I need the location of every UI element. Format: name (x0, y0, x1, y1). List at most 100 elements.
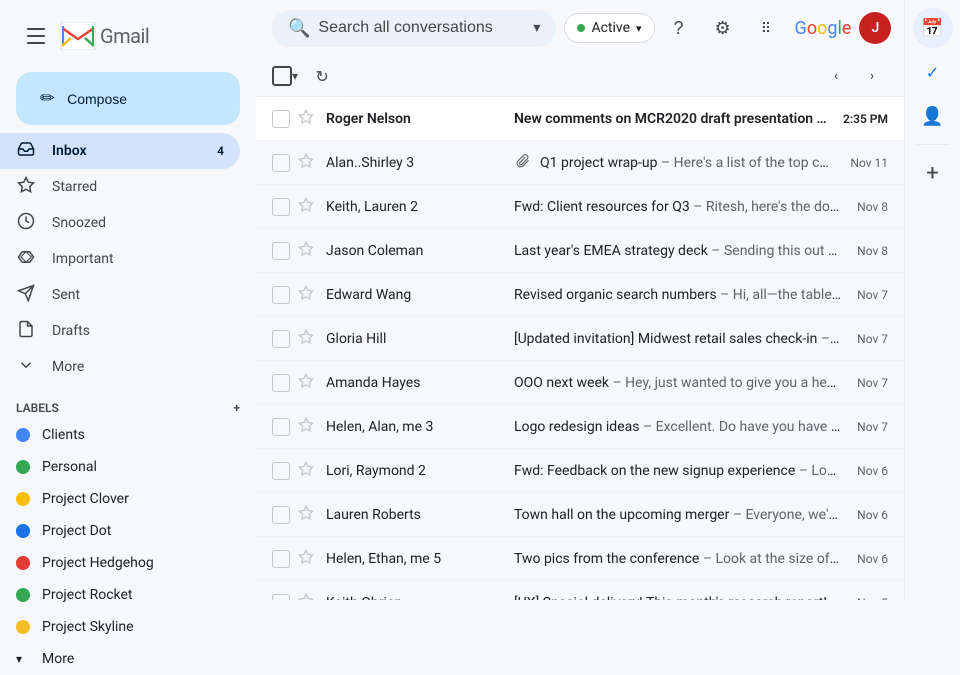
email-checkbox[interactable] (272, 506, 290, 524)
email-content: Q1 project wrap-up – Here's a list of th… (540, 155, 834, 171)
select-dropdown-arrow[interactable]: ▾ (292, 69, 298, 83)
right-panel-contacts-button[interactable]: 👤 (913, 96, 953, 136)
right-panel-calendar-button[interactable]: 📅 (913, 8, 953, 48)
gmail-wordmark: Gmail (100, 24, 149, 48)
label-item-project-clover[interactable]: Project Clover (0, 483, 240, 515)
email-checkbox[interactable] (272, 374, 290, 392)
label-item-project-skyline[interactable]: Project Skyline (0, 611, 240, 643)
next-page-button[interactable]: › (856, 60, 888, 92)
email-time: Nov 6 (857, 552, 888, 566)
sidebar-item-more[interactable]: More (0, 349, 240, 385)
email-subject: Q1 project wrap-up (540, 155, 658, 171)
email-star[interactable] (298, 549, 318, 569)
search-dropdown-arrow[interactable]: ▾ (533, 20, 540, 36)
email-star[interactable] (298, 109, 318, 129)
email-list: Roger NelsonNew comments on MCR2020 draf… (256, 97, 904, 600)
email-star[interactable] (298, 373, 318, 393)
email-row[interactable]: Keith, Lauren 2Fwd: Client resources for… (256, 185, 904, 229)
email-row[interactable]: Helen, Alan, me 3Logo redesign ideas – E… (256, 405, 904, 449)
email-star[interactable] (298, 153, 318, 173)
label-item-project-rocket[interactable]: Project Rocket (0, 579, 240, 611)
email-star[interactable] (298, 241, 318, 261)
email-sender: Lori, Raymond 2 (326, 463, 506, 479)
select-all-checkbox[interactable] (272, 66, 292, 86)
email-subject: Fwd: Client resources for Q3 (514, 199, 690, 215)
email-row[interactable]: Lauren RobertsTown hall on the upcoming … (256, 493, 904, 537)
email-checkbox[interactable] (272, 110, 290, 128)
sidebar-item-important[interactable]: Important (0, 241, 240, 277)
right-panel-add-button[interactable]: + (913, 153, 953, 193)
label-item-clients[interactable]: Clients (0, 419, 240, 451)
email-sender: Amanda Hayes (326, 375, 506, 391)
snoozed-label: Snoozed (52, 215, 106, 231)
project-hedgehog-label: Project Hedgehog (42, 555, 154, 571)
email-checkbox[interactable] (272, 154, 290, 172)
select-all-area[interactable]: ▾ (272, 66, 298, 86)
email-checkbox[interactable] (272, 462, 290, 480)
right-panel-tasks-button[interactable]: ✓ (913, 52, 953, 92)
topbar-actions: Active ▾ ? ⚙ ⠿ Google J (564, 8, 891, 48)
email-checkbox[interactable] (272, 594, 290, 601)
email-list-toolbar: ▾ ↻ ‹ › (256, 56, 904, 97)
label-item-project-dot[interactable]: Project Dot (0, 515, 240, 547)
email-checkbox[interactable] (272, 550, 290, 568)
email-star[interactable] (298, 505, 318, 525)
email-checkbox[interactable] (272, 330, 290, 348)
settings-button[interactable]: ⚙ (703, 8, 743, 48)
project-clover-color-dot (16, 492, 30, 506)
email-row[interactable]: Roger NelsonNew comments on MCR2020 draf… (256, 97, 904, 141)
refresh-button[interactable]: ↻ (306, 60, 338, 92)
email-star[interactable] (298, 461, 318, 481)
email-content: Fwd: Client resources for Q3 – Ritesh, h… (514, 199, 841, 215)
apps-button[interactable]: ⠿ (747, 8, 787, 48)
sidebar-item-inbox[interactable]: Inbox4 (0, 133, 240, 169)
email-row[interactable]: Amanda Hayes OOO next week – Hey, just wa… (256, 361, 904, 405)
search-box[interactable]: 🔍 ▾ (272, 10, 556, 47)
sidebar-item-sent[interactable]: Sent (0, 277, 240, 313)
search-icon: 🔍 (288, 18, 310, 39)
main-content: 🔍 ▾ Active ▾ ? ⚙ ⠿ Google J ▾ ↻ ‹ (256, 0, 904, 600)
email-row[interactable]: Keith Obrien [UX] Special delivery! This … (256, 581, 904, 600)
email-checkbox[interactable] (272, 242, 290, 260)
email-preview: – Ritesh, here's the doc with all the cl… (693, 199, 841, 215)
email-time: Nov 7 (857, 420, 888, 434)
email-row[interactable]: Lori, Raymond 2Fwd: Feedback on the new … (256, 449, 904, 493)
email-star[interactable] (298, 197, 318, 217)
email-row[interactable]: Edward WangRevised organic search number… (256, 273, 904, 317)
user-avatar[interactable]: J (859, 12, 891, 44)
email-star[interactable] (298, 329, 318, 349)
email-content: OOO next week – Hey, just wanted to give… (514, 375, 841, 391)
label-item-more-labels[interactable]: ▾More (0, 643, 240, 675)
email-checkbox[interactable] (272, 198, 290, 216)
email-sender: Helen, Ethan, me 5 (326, 551, 506, 567)
email-checkbox[interactable] (272, 286, 290, 304)
sidebar-item-starred[interactable]: Starred (0, 169, 240, 205)
sent-label: Sent (52, 287, 80, 303)
add-label-button[interactable]: + (233, 401, 240, 415)
help-button[interactable]: ? (659, 8, 699, 48)
email-sender: Keith Obrien (326, 595, 506, 601)
email-checkbox[interactable] (272, 418, 290, 436)
email-time: Nov 8 (857, 200, 888, 214)
email-subject: Two pics from the conference (514, 551, 699, 567)
email-star[interactable] (298, 593, 318, 601)
email-row[interactable]: Jason ColemanLast year's EMEA strategy d… (256, 229, 904, 273)
active-dot-icon (577, 24, 585, 32)
active-status-button[interactable]: Active ▾ (564, 13, 654, 43)
compose-button[interactable]: ✏ Compose (16, 72, 240, 125)
email-row[interactable]: Helen, Ethan, me 5 Two pics from the conf… (256, 537, 904, 581)
sidebar-item-drafts[interactable]: Drafts (0, 313, 240, 349)
email-star[interactable] (298, 285, 318, 305)
prev-page-button[interactable]: ‹ (820, 60, 852, 92)
sidebar-item-snoozed[interactable]: Snoozed (0, 205, 240, 241)
clients-label: Clients (42, 427, 85, 443)
more-label: More (52, 359, 84, 375)
label-item-project-hedgehog[interactable]: Project Hedgehog (0, 547, 240, 579)
email-row[interactable]: Alan..Shirley 3Q1 project wrap-up – Here… (256, 141, 904, 185)
hamburger-button[interactable] (16, 16, 56, 56)
search-input[interactable] (318, 19, 525, 37)
email-row[interactable]: Gloria Hill[Updated invitation] Midwest … (256, 317, 904, 361)
email-star[interactable] (298, 417, 318, 437)
label-item-personal[interactable]: Personal (0, 451, 240, 483)
email-subject: [UX] Special delivery! This month's rese… (514, 595, 827, 601)
